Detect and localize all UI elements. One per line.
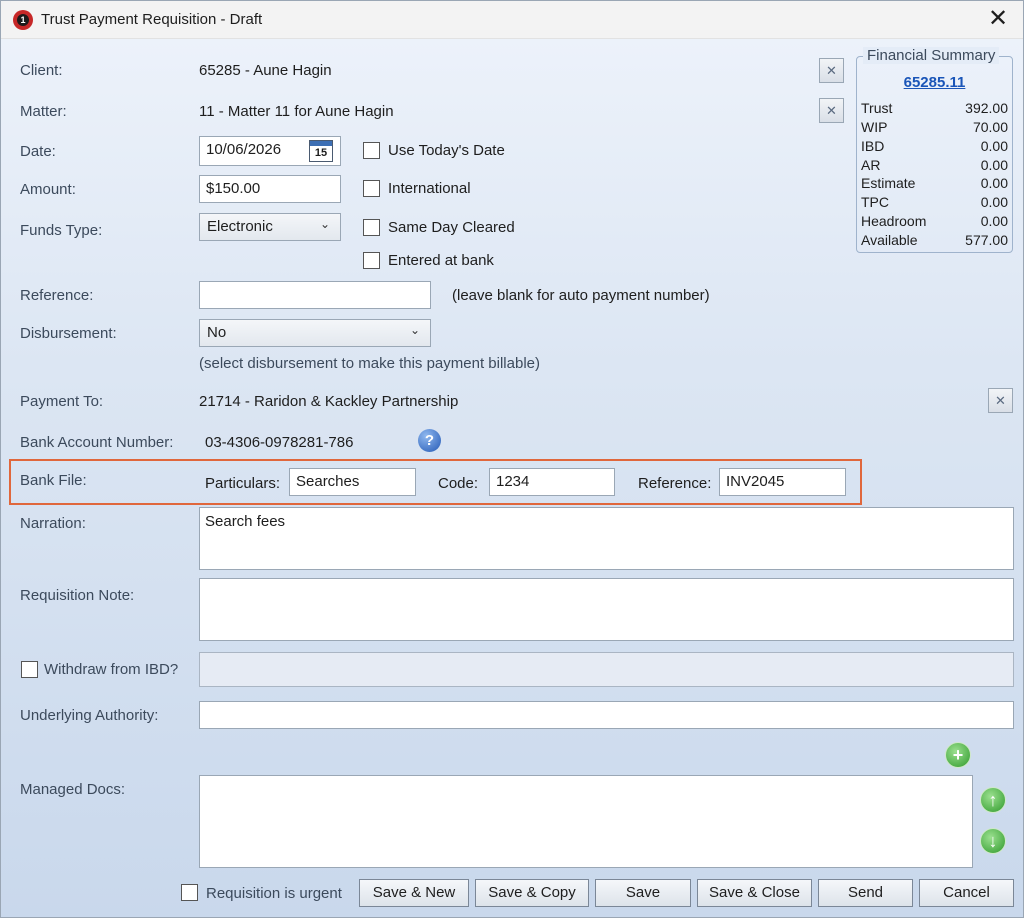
cancel-button[interactable]: Cancel (919, 879, 1014, 907)
summary-row-trust: Trust 392.00 (861, 100, 1008, 116)
title-bar: 1 Trust Payment Requisition - Draft ✕ (1, 1, 1023, 39)
chevron-down-icon: ⌄ (319, 217, 330, 231)
same-day-cleared-label: Same Day Cleared (388, 219, 515, 236)
move-down-icon[interactable]: ↓ (980, 828, 1006, 854)
clear-matter-button[interactable]: ✕ (819, 98, 844, 123)
international-checkbox[interactable] (363, 180, 380, 197)
matter-label: Matter: (20, 103, 67, 120)
clear-client-button[interactable]: ✕ (819, 58, 844, 83)
funds-type-label: Funds Type: (20, 222, 103, 239)
save-new-button[interactable]: Save & New (359, 879, 469, 907)
requisition-urgent-checkbox[interactable] (181, 884, 198, 901)
funds-type-select[interactable]: Electronic ⌄ (199, 213, 341, 241)
move-up-icon[interactable]: ↑ (980, 787, 1006, 813)
amount-field[interactable]: $150.00 (199, 175, 341, 203)
ibd-field (199, 652, 1014, 687)
save-button[interactable]: Save (595, 879, 691, 907)
managed-docs-list[interactable] (199, 775, 973, 868)
reference-field[interactable] (199, 281, 431, 309)
save-copy-button[interactable]: Save & Copy (475, 879, 589, 907)
reference-label: Reference: (20, 287, 94, 304)
underlying-authority-field[interactable] (199, 701, 1014, 729)
summary-row-ar: AR 0.00 (861, 157, 1008, 173)
managed-docs-label: Managed Docs: (20, 781, 126, 798)
client-label: Client: (20, 62, 63, 79)
disbursement-value: No (207, 324, 227, 341)
entered-at-bank-checkbox[interactable] (363, 252, 380, 269)
close-icon[interactable]: ✕ (985, 7, 1011, 33)
financial-summary-link[interactable]: 65285.11 (856, 74, 1013, 91)
underlying-authority-label: Underlying Authority: (20, 707, 159, 724)
summary-row-wip: WIP 70.00 (861, 119, 1008, 135)
summary-row-headroom: Headroom 0.00 (861, 213, 1008, 229)
code-field[interactable]: 1234 (489, 468, 615, 496)
payment-to-value: 21714 - Raridon & Kackley Partnership (199, 393, 459, 410)
client-value: 65285 - Aune Hagin (199, 62, 332, 79)
narration-label: Narration: (20, 515, 86, 532)
bank-reference-label: Reference: (638, 475, 712, 492)
send-button[interactable]: Send (818, 879, 913, 907)
bank-file-label: Bank File: (20, 472, 87, 489)
code-label: Code: (438, 475, 479, 492)
bank-account-number-value: 03-4306-0978281-786 (205, 434, 354, 451)
date-value: 10/06/2026 (206, 141, 282, 158)
disbursement-label: Disbursement: (20, 325, 117, 342)
bank-reference-field[interactable]: INV2045 (719, 468, 846, 496)
summary-row-available: Available 577.00 (861, 232, 1008, 248)
summary-row-tpc: TPC 0.00 (861, 194, 1008, 210)
financial-summary-title: Financial Summary (863, 47, 1000, 64)
help-icon[interactable]: ? (418, 429, 441, 452)
calendar-icon[interactable]: 15 (309, 140, 333, 162)
funds-type-value: Electronic (207, 218, 273, 235)
withdraw-from-ibd-label: Withdraw from IBD? (44, 661, 179, 678)
reference-hint: (leave blank for auto payment number) (452, 287, 710, 304)
narration-field[interactable]: Search fees (199, 507, 1014, 570)
save-close-button[interactable]: Save & Close (697, 879, 812, 907)
add-doc-icon[interactable]: + (945, 742, 971, 768)
international-label: International (388, 180, 471, 197)
particulars-field[interactable]: Searches (289, 468, 416, 496)
entered-at-bank-label: Entered at bank (388, 252, 494, 269)
matter-value: 11 - Matter 11 for Aune Hagin (199, 103, 394, 120)
use-todays-date-checkbox[interactable] (363, 142, 380, 159)
disbursement-select[interactable]: No ⌄ (199, 319, 431, 347)
requisition-urgent-label: Requisition is urgent (206, 885, 342, 902)
bank-account-number-label: Bank Account Number: (20, 434, 174, 451)
disbursement-hint: (select disbursement to make this paymen… (199, 355, 540, 372)
payment-to-label: Payment To: (20, 393, 104, 410)
amount-label: Amount: (20, 181, 76, 198)
summary-row-ibd: IBD 0.00 (861, 138, 1008, 154)
use-todays-date-label: Use Today's Date (388, 142, 505, 159)
chevron-down-icon: ⌄ (409, 323, 420, 337)
window-title: Trust Payment Requisition - Draft (41, 11, 263, 28)
requisition-note-field[interactable] (199, 578, 1014, 641)
summary-row-estimate: Estimate 0.00 (861, 175, 1008, 191)
particulars-label: Particulars: (205, 475, 281, 492)
trust-payment-requisition-window: 1 Trust Payment Requisition - Draft ✕ Cl… (0, 0, 1024, 918)
date-label: Date: (20, 143, 56, 160)
clear-payment-to-button[interactable]: ✕ (988, 388, 1013, 413)
app-logo-icon: 1 (13, 10, 33, 30)
withdraw-from-ibd-checkbox[interactable] (21, 661, 38, 678)
requisition-note-label: Requisition Note: (20, 587, 135, 604)
same-day-cleared-checkbox[interactable] (363, 219, 380, 236)
